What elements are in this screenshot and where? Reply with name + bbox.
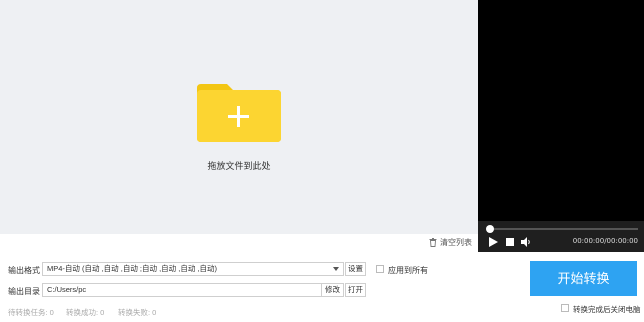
shutdown-checkbox[interactable] bbox=[561, 304, 569, 312]
output-dir-field[interactable]: C:/Users/pc bbox=[42, 283, 344, 297]
apply-all-checkbox[interactable] bbox=[376, 265, 384, 273]
settings-button[interactable]: 设置 bbox=[345, 262, 366, 276]
clear-list-button[interactable]: 清空列表 bbox=[429, 237, 472, 248]
folder-add-icon[interactable] bbox=[197, 84, 281, 142]
drop-zone[interactable]: 拖放文件到此处 bbox=[0, 0, 478, 234]
stop-icon[interactable] bbox=[504, 236, 516, 248]
apply-all-label: 应用到所有 bbox=[388, 266, 428, 275]
open-button[interactable]: 打开 bbox=[345, 283, 366, 297]
output-dir-label: 输出目录 bbox=[8, 287, 40, 296]
progress-knob[interactable] bbox=[486, 225, 494, 233]
drop-hint: 拖放文件到此处 bbox=[207, 161, 271, 171]
progress-bar[interactable] bbox=[488, 228, 638, 230]
video-player: 00:00:00/00:00:00 bbox=[478, 0, 644, 252]
chevron-down-icon[interactable] bbox=[333, 267, 339, 271]
failed-count: 转换失败: 0 bbox=[118, 308, 157, 317]
volume-icon[interactable] bbox=[520, 236, 532, 248]
trash-icon bbox=[429, 238, 437, 247]
clear-list-label: 清空列表 bbox=[440, 238, 472, 247]
modify-button[interactable]: 修改 bbox=[321, 283, 344, 297]
success-count: 转换成功: 0 bbox=[66, 308, 105, 317]
player-controls: 00:00:00/00:00:00 bbox=[478, 221, 644, 252]
video-preview bbox=[478, 0, 644, 221]
output-format-select[interactable]: MP4-自动 (自动 ,自动 ,自动 ;自动 ,自动 ,自动 ,自动) bbox=[42, 262, 344, 276]
pending-count: 待转换任务: 0 bbox=[8, 308, 54, 317]
output-format-label: 输出格式 bbox=[8, 266, 40, 275]
time-display: 00:00:00/00:00:00 bbox=[572, 237, 638, 245]
start-convert-button[interactable]: 开始转换 bbox=[530, 261, 637, 296]
play-icon[interactable] bbox=[487, 236, 499, 248]
output-format-value: MP4-自动 (自动 ,自动 ,自动 ;自动 ,自动 ,自动 ,自动) bbox=[47, 264, 218, 273]
shutdown-label: 转换完成后关闭电脑 bbox=[573, 305, 641, 314]
